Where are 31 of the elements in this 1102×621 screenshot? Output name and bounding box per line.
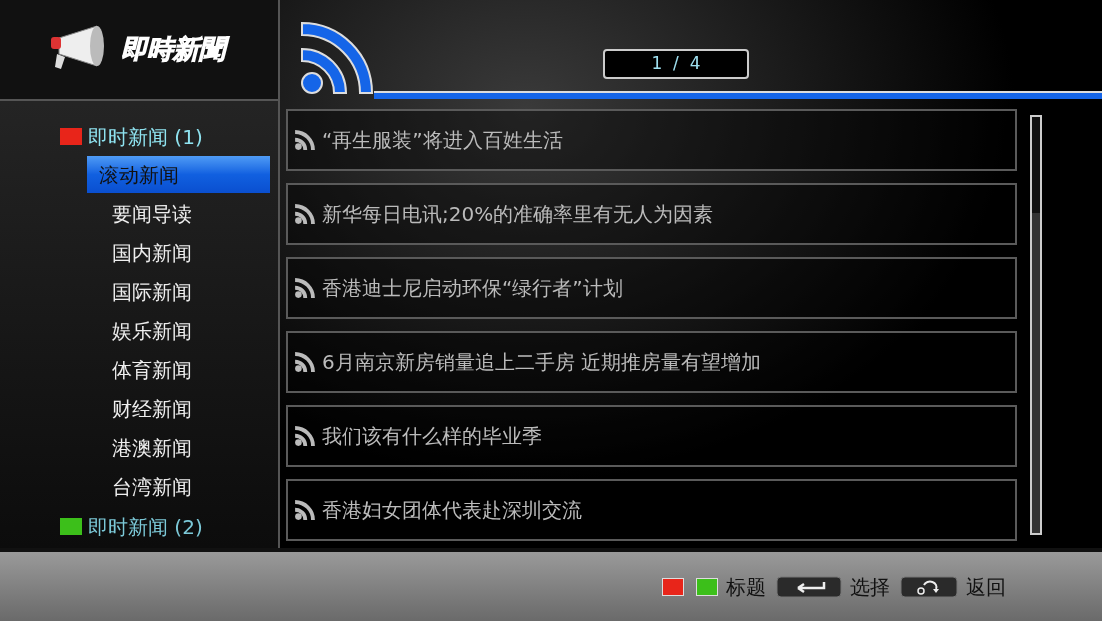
news-item[interactable]: 香港迪士尼启动环保“绿行者”计划	[286, 257, 1017, 319]
rss-icon	[294, 425, 316, 447]
hint-label: 标题	[726, 573, 766, 601]
subcategory-item[interactable]: 体育新闻	[87, 351, 270, 388]
subcategory-item[interactable]: 国际新闻	[87, 273, 270, 310]
subcategory-item[interactable]: 财经新闻	[87, 390, 270, 427]
news-item[interactable]: 香港妇女团体代表赴深圳交流	[286, 479, 1017, 541]
rss-icon	[294, 129, 316, 151]
rss-icon	[294, 499, 316, 521]
subcategory-item[interactable]: 台湾新闻	[87, 468, 270, 505]
hint-label: 返回	[966, 573, 1006, 601]
hint-label: 选择	[850, 573, 890, 601]
rss-icon	[294, 277, 316, 299]
category-item[interactable]: 即时新闻 (1)	[88, 121, 203, 152]
rss-icon	[294, 203, 316, 225]
news-item[interactable]: 6月南京新房销量追上二手房 近期推房量有望增加	[286, 331, 1017, 393]
news-item[interactable]: “再生服装”将进入百姓生活	[286, 109, 1017, 171]
scrollbar-thumb[interactable]	[1032, 117, 1040, 213]
category-item[interactable]: 即时新闻 (2)	[88, 511, 203, 542]
rss-header-icon	[298, 21, 374, 97]
subcategory-item[interactable]: 要闻导读	[87, 195, 270, 232]
subcategory-item[interactable]: 国内新闻	[87, 234, 270, 271]
page-indicator: 1 / 4	[603, 49, 749, 79]
enter-key-icon	[776, 575, 842, 598]
subcategory-item[interactable]: 港澳新闻	[87, 429, 270, 466]
news-item[interactable]: 新华每日电讯;20%的准确率里有无人为因素	[286, 183, 1017, 245]
app-logo-text: 即時新聞	[115, 31, 231, 68]
rss-icon	[294, 351, 316, 373]
subcategory-item[interactable]: 娱乐新闻	[87, 312, 270, 349]
news-item[interactable]: 我们该有什么样的毕业季	[286, 405, 1017, 467]
return-key-icon	[900, 575, 958, 598]
